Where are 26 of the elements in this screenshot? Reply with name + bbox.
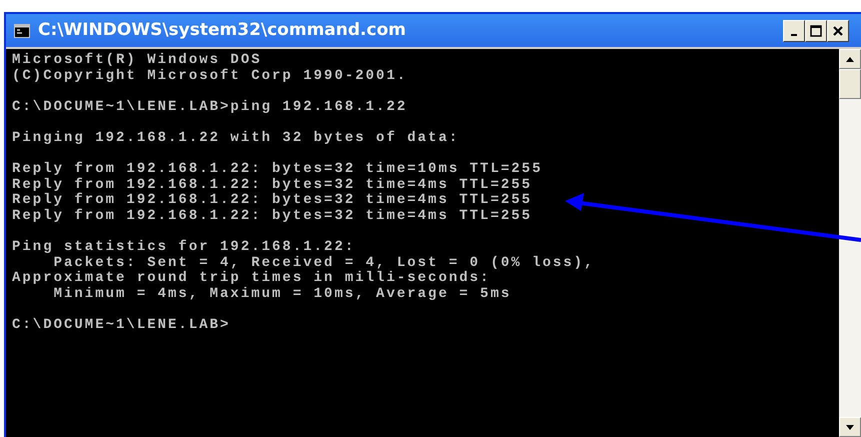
console-line: Approximate round trip times in milli-seconds: [12,271,492,286]
close-icon [833,26,843,36]
console-line: Reply from 192.168.1.22: bytes=32 time=4ms TTL=255 [12,178,534,193]
console-line: Reply from 192.168.1.22: bytes=32 time=10ms TTL=255 [12,162,544,178]
console-icon [14,24,30,38]
console-line: Packets: Sent = 4, Received = 4, Lost = 0 (0% loss), [54,256,596,271]
console-line: Pinging 192.168.1.22 with 32 bytes of data: [12,130,460,147]
maximize-button[interactable] [805,20,827,42]
close-button[interactable] [827,20,849,42]
console-line: (C)Copyright Microsoft Corp 1990-2001. [12,68,408,84]
scroll-thumb[interactable] [839,69,861,99]
console-line: Reply from 192.168.1.22: bytes=32 time=4ms TTL=255 [12,193,534,208]
console-line: Reply from 192.168.1.22: bytes=32 time=4ms TTL=255 [12,208,534,225]
down-triangle-icon [846,424,854,430]
console-line: C:\DOCUME~1\LENE.LAB> [12,318,232,334]
scroll-up-button[interactable] [839,49,861,69]
console-line: C:\DOCUME~1\LENE.LAB>ping 192.168.1.22 [12,100,408,116]
up-triangle-icon [846,56,854,62]
console-line: Ping statistics for 192.168.1.22: [12,240,356,256]
minimize-icon [791,34,797,36]
scroll-down-button[interactable] [839,417,861,437]
console-line: Microsoft(R) Windows DOS [12,53,263,68]
window-title: C:\WINDOWS\system32\command.com [38,18,407,42]
minimize-button[interactable] [783,20,805,42]
console-line: Minimum = 4ms, Maximum = 10ms, Average = 5ms [52,286,512,302]
maximize-icon [810,24,822,36]
